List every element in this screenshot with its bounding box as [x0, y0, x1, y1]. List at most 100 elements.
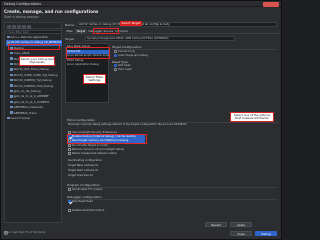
- hard-reset-radio[interactable]: [114, 68, 117, 71]
- retain-breakpoints-checkbox[interactable]: [68, 152, 71, 155]
- tree-item[interactable]: Stm32_GDI_Trace_Debug: [6, 67, 62, 72]
- debug-config-icon: [10, 100, 13, 104]
- tree-item[interactable]: Launch Group: [6, 116, 62, 121]
- filter-status: Filter matched 35 of 80 items: [4, 230, 46, 234]
- tree-item[interactable]: GEPMMAS_Trace: [6, 111, 62, 116]
- tab-main[interactable]: Main: [65, 29, 75, 34]
- page-subheading: Start a debug session: [4, 15, 39, 19]
- resolve-memory-checkbox[interactable]: [68, 148, 71, 151]
- hard-reset-label: Hard reset: [118, 67, 132, 71]
- delete-icon[interactable]: [17, 24, 21, 29]
- name-row: Name: stm32 Cortex-m debug (iP_MPMM3X.DS…: [65, 22, 280, 27]
- semihosting-label: Semihosting configuration: [68, 159, 103, 162]
- tree-item-label: gpio_ds_to_ip_C_ARM9BF: [13, 94, 49, 99]
- tree-item-label: Stm32_GDI_Trace_Debug: [13, 67, 49, 72]
- tree-item-label: main_ARV8: [13, 51, 30, 56]
- target-base-label: Target Base Address 0x: [68, 164, 99, 167]
- debug-config-icon: [10, 84, 13, 87]
- debug-config-icon: [10, 105, 13, 109]
- connect-only-radio[interactable]: [114, 50, 117, 53]
- title-bar: Debug Configurations: [1, 1, 281, 7]
- semihosted-tty-label: Semihosted TTY output: [72, 187, 103, 191]
- select-fpga-line2: Settings: [88, 78, 101, 82]
- help-icon[interactable]: ?: [4, 231, 8, 235]
- tree-item[interactable]: gpio_ds_to_ip_C_ARM9BF: [6, 94, 62, 99]
- divider: [112, 48, 278, 49]
- debug-config-icon: [10, 73, 13, 77]
- collapse-all-icon[interactable]: [22, 24, 26, 29]
- disable-semihost-checkbox[interactable]: [68, 209, 71, 212]
- tree-item-label: Stm32_USBHID_Host_Debug: [13, 83, 54, 88]
- select-project-callout: Select your CCS project (top-level): [19, 56, 55, 66]
- debug-configurations-window: Debug Configurations Create, manage, and…: [0, 0, 282, 240]
- semihosted-tty-checkbox[interactable]: [68, 188, 71, 191]
- duplicate-icon[interactable]: [12, 24, 16, 29]
- debug-config-icon: [10, 78, 13, 82]
- tree-item[interactable]: GEPMMAS_ClipSanity: [6, 105, 62, 110]
- debug-type-item[interactable]: Linux Application Debug: [67, 63, 109, 67]
- skip-reset-label: Skip Reset Read: [72, 199, 93, 203]
- no-halt-label: Do not stop target (no halt): [72, 143, 108, 147]
- tree-item-label: gpio_iio_dly_Debug: [13, 89, 41, 93]
- filter-icon[interactable]: [27, 24, 31, 29]
- tree-item[interactable]: Stm32_USBHID_Host_Debug: [6, 84, 62, 89]
- soft-reset-label: Soft reset: [118, 63, 131, 67]
- load-image-label: Load image and debug: [118, 53, 148, 57]
- close-button[interactable]: Close: [230, 231, 252, 236]
- debug-config-icon: [10, 95, 13, 98]
- new-config-icon[interactable]: [7, 24, 11, 29]
- tree-item-label: GEPMMAS_ClipSanity: [13, 105, 44, 110]
- debug-config-icon: [10, 57, 13, 60]
- target-start-label: Target Start Address 0x: [68, 169, 99, 172]
- config-name-input[interactable]: stm32 Cortex-m debug (iP_MPMM3X.DS) - te…: [77, 22, 277, 27]
- target-size-label: Target Area Size 0x: [68, 174, 93, 177]
- tree-item-label: gpio_ds_to_ip_C_AARMHA: [13, 99, 50, 104]
- load-image-radio[interactable]: [114, 54, 117, 57]
- revert-button[interactable]: Revert: [205, 222, 227, 227]
- filter-input[interactable]: type filter text: [6, 29, 62, 34]
- apply-button[interactable]: Apply: [230, 222, 252, 227]
- tree-item-label: Stm32_USER_VCBD_Tgt_Debug: [13, 72, 58, 77]
- page-heading: Create, manage, and run configurations: [4, 9, 99, 14]
- tree-item-label: C/C++ Remote Application: [10, 35, 49, 39]
- divider: [67, 198, 278, 199]
- target-tab-highlight: [93, 28, 119, 34]
- debug-config-icon: [10, 89, 13, 93]
- target-row: Target: Synopsys Designware MPUK: ARM Co…: [65, 36, 280, 41]
- tree-item-label: GEPMMAS_Trace: [13, 110, 37, 115]
- debug-button[interactable]: Debug: [255, 231, 277, 236]
- debug-config-icon: [10, 68, 13, 71]
- select-debug-option-callout: Select one of the options that enables A…: [230, 112, 274, 122]
- close-window-button[interactable]: [263, 2, 279, 7]
- left-toolbar: [6, 24, 62, 29]
- connect-only-label: Connect only: [118, 49, 136, 53]
- select-target-callout: Select Target: [120, 20, 142, 26]
- target-label: Target:: [65, 36, 75, 41]
- retain-breakpoints-label: Retain breakpoints between starts: [72, 151, 117, 155]
- extra-description: Manually override debug settings defined…: [68, 123, 187, 126]
- select-project-line2: (top-level): [29, 60, 45, 64]
- soft-reset-radio[interactable]: [114, 64, 117, 67]
- debug-config-icon: [7, 35, 10, 39]
- select-debug-line2: that enables ASTCache: [235, 116, 269, 120]
- resolve-memory-label: Resolve memory using CoreSight debug: [72, 147, 125, 151]
- name-label: Name:: [65, 22, 75, 27]
- no-halt-checkbox[interactable]: [68, 144, 71, 147]
- fpga-highlight: [66, 47, 110, 59]
- tree-item[interactable]: Stm32_USBHID_Tgt_Debug: [6, 78, 62, 83]
- select-fpga-callout: Select FPGA Settings: [83, 74, 106, 84]
- target-select[interactable]: Synopsys Designware MPUK: ARM Cortex-M3 …: [85, 36, 235, 41]
- debug-config-icon: [10, 51, 13, 55]
- tab-target[interactable]: Target: [75, 29, 87, 34]
- debug-options-highlight: [66, 134, 147, 144]
- configuration-list-panel: type filter text C/C++ Remote Applicatio…: [4, 22, 62, 223]
- disable-semihost-label: Disable Semihost Output: [72, 208, 105, 212]
- project-highlight: [8, 44, 60, 50]
- debug-config-icon: [7, 116, 10, 120]
- tree-item-label: Launch Group: [10, 116, 31, 120]
- debug-config-icon: [10, 111, 13, 114]
- skip-reset-checkbox[interactable]: [68, 200, 71, 203]
- window-title: Debug Configurations: [4, 2, 41, 6]
- debug-config-icon: [10, 62, 13, 66]
- tree-item-label: Stm32_USBHID_Tgt_Debug: [13, 78, 52, 83]
